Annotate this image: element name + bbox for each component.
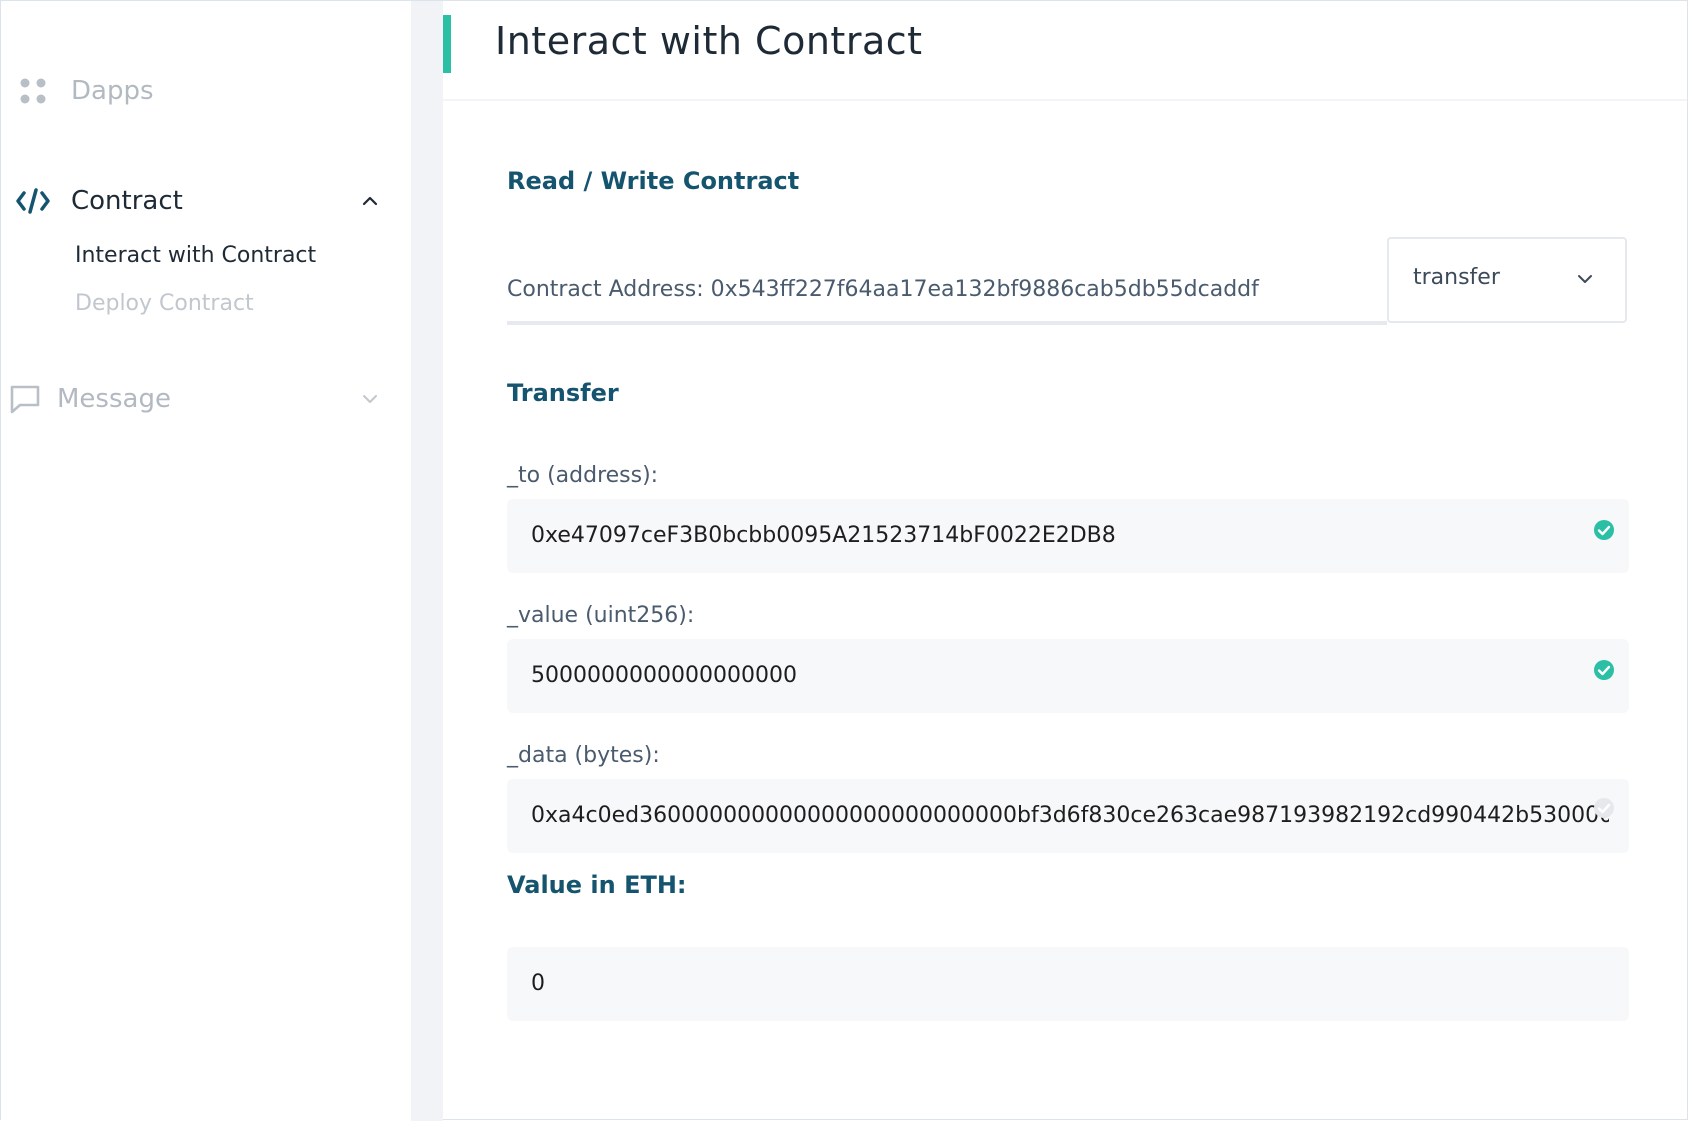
to-address-value: 0xe47097ceF3B0bcbb0095A21523714bF0022E2D… [531,523,1116,548]
valid-check-icon [1593,659,1615,681]
sidebar: Dapps Contract Interact with Contract De [1,1,443,1121]
sidebar-item-label: Message [57,384,171,414]
sidebar-subitem-interact-with-contract[interactable]: Interact with Contract [75,243,316,268]
data-bytes-input[interactable]: 0xa4c0ed360000000000000000000000000bf3d6… [507,779,1629,853]
to-address-label: _to (address): [507,463,659,488]
function-select[interactable]: transfer [1387,237,1627,323]
sidebar-divider [411,1,443,1121]
value-uint256-label: _value (uint256): [507,603,695,628]
value-in-eth-title: Value in ETH: [507,871,687,899]
function-select-value: transfer [1413,265,1500,290]
sidebar-item-label: Dapps [71,76,154,106]
chevron-down-icon[interactable] [359,388,381,410]
contract-address-field: Contract Address: 0x543ff227f64aa17ea132… [507,259,1387,325]
to-address-input[interactable]: 0xe47097ceF3B0bcbb0095A21523714bF0022E2D… [507,499,1629,573]
data-bytes-value: 0xa4c0ed360000000000000000000000000bf3d6… [531,803,1609,828]
header-accent-bar [443,15,451,73]
code-icon [15,183,51,219]
page-title: Interact with Contract [495,19,923,63]
sidebar-item-contract[interactable]: Contract [1,181,411,221]
valid-check-icon [1593,797,1615,819]
page-header: Interact with Contract [443,1,1687,101]
value-uint256-input[interactable]: 5000000000000000000 [507,639,1629,713]
data-bytes-label: _data (bytes): [507,743,660,768]
transfer-title: Transfer [507,379,619,407]
chevron-up-icon[interactable] [359,190,381,212]
sidebar-subitem-deploy-contract[interactable]: Deploy Contract [75,291,254,316]
value-in-eth-input[interactable]: 0 [507,947,1629,1021]
value-in-eth-value: 0 [531,971,545,996]
chevron-down-icon [1577,269,1597,289]
sidebar-item-dapps[interactable]: Dapps [1,71,411,111]
main-content: Interact with Contract Read / Write Cont… [443,1,1687,1119]
dapps-icon [15,73,51,109]
value-uint256-value: 5000000000000000000 [531,663,797,688]
sidebar-item-label: Contract [71,186,183,216]
message-icon [7,381,43,417]
read-write-contract-title: Read / Write Contract [507,167,800,195]
app-window: Dapps Contract Interact with Contract De [0,0,1688,1121]
contract-address-text: Contract Address: 0x543ff227f64aa17ea132… [507,277,1259,302]
sidebar-item-message[interactable]: Message [1,379,411,419]
valid-check-icon [1593,519,1615,541]
